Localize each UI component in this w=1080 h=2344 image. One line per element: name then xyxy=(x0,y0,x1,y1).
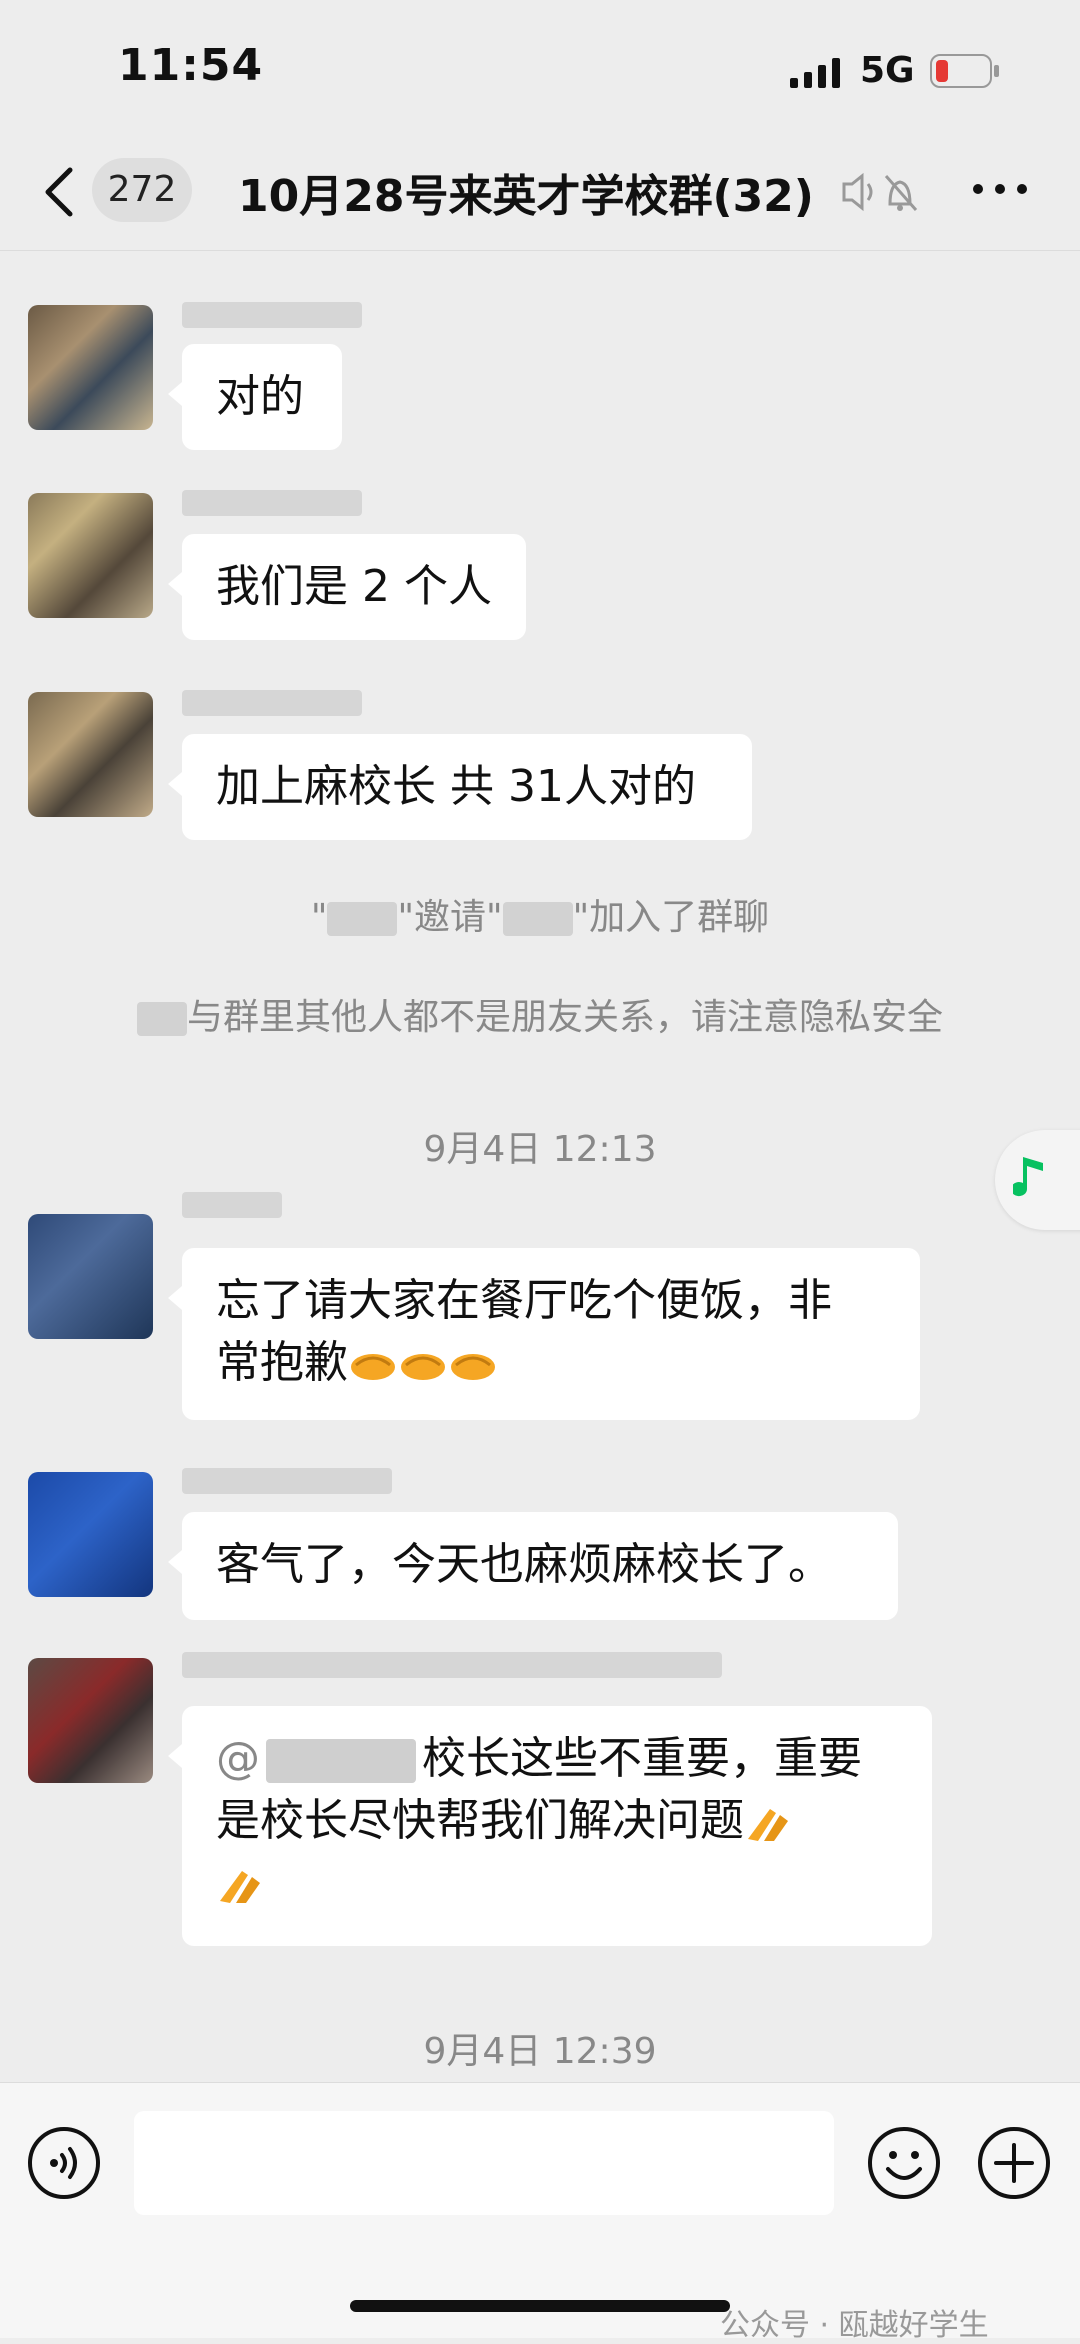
message-item: 客气了，今天也麻烦麻校长了。 xyxy=(0,1468,1080,1648)
avatar[interactable] xyxy=(28,493,153,618)
timestamp: 9月4日 12:39 xyxy=(423,2031,657,2072)
sender-name xyxy=(182,690,362,716)
message-text: 我们是 2 个人 xyxy=(216,561,492,612)
message-item: 忘了请大家在餐厅吃个便饭，非 常抱歉 xyxy=(0,1192,1080,1432)
avatar[interactable] xyxy=(28,692,153,817)
sender-name xyxy=(182,490,362,516)
redacted-mention xyxy=(266,1739,416,1783)
handshake-emoji-icon xyxy=(401,1354,445,1380)
message-item: @ 校长这些不重要，重要 是校长尽快帮我们解决问题 xyxy=(0,1652,1080,1952)
chat-header: 272 10月28号来英才学校群(32) xyxy=(0,140,1080,251)
back-chevron-icon[interactable] xyxy=(40,162,80,222)
more-options-icon[interactable] xyxy=(970,174,1030,204)
message-item: 对的 xyxy=(0,300,1080,460)
sender-name xyxy=(182,1192,282,1218)
sender-name xyxy=(182,302,362,328)
chat-title: 10月28号来英才学校群(32) xyxy=(238,171,814,222)
message-item: 我们是 2 个人 xyxy=(0,488,1080,648)
sender-name xyxy=(182,1468,392,1494)
message-text: 客气了，今天也麻烦麻校长了。 xyxy=(216,1539,832,1590)
pray-hands-emoji-icon xyxy=(748,1809,788,1841)
signal-icon xyxy=(790,58,840,88)
handshake-emoji-icon xyxy=(351,1354,395,1380)
system-invite-note: " "邀请" "加入了群聊 xyxy=(310,897,770,938)
message-bubble[interactable]: 客气了，今天也麻烦麻校长了。 xyxy=(168,1512,898,1620)
pray-hands-emoji-icon xyxy=(220,1871,260,1903)
avatar[interactable] xyxy=(28,1472,153,1597)
unread-count-badge[interactable]: 272 xyxy=(92,158,192,222)
message-bubble[interactable]: 对的 xyxy=(168,344,342,450)
message-bubble[interactable]: 忘了请大家在餐厅吃个便饭，非 常抱歉 xyxy=(168,1248,920,1420)
message-text: 对的 xyxy=(216,371,304,422)
network-type: 5G xyxy=(860,50,915,91)
handshake-emoji-icon xyxy=(451,1354,495,1380)
message-bubble[interactable]: 我们是 2 个人 xyxy=(168,534,526,640)
more-plus-icon[interactable] xyxy=(976,2125,1052,2201)
message-text: 加上麻校长 共 31人对的 xyxy=(216,761,696,812)
redacted-name xyxy=(136,1002,187,1036)
message-text-line: 是校长尽快帮我们解决问题 xyxy=(216,1790,898,1852)
status-time: 11:54 xyxy=(118,40,264,91)
timestamp: 9月4日 12:13 xyxy=(423,1129,657,1170)
message-item: 加上麻校长 共 31人对的 xyxy=(0,688,1080,848)
emoji-picker-icon[interactable] xyxy=(866,2125,942,2201)
avatar[interactable] xyxy=(28,305,153,430)
message-input[interactable] xyxy=(134,2111,834,2215)
message-text-line xyxy=(216,1852,898,1914)
sender-name xyxy=(182,1652,722,1678)
message-bubble[interactable]: 加上麻校长 共 31人对的 xyxy=(168,734,752,840)
voice-input-icon[interactable] xyxy=(26,2125,102,2201)
watermark-footer: 公众号 · 瓯越好学生 xyxy=(720,2308,989,2343)
message-bubble[interactable]: @ 校长这些不重要，重要 是校长尽快帮我们解决问题 xyxy=(168,1706,932,1946)
battery-icon xyxy=(930,54,999,88)
home-indicator[interactable] xyxy=(350,2300,730,2312)
message-text-line: @ 校长这些不重要，重要 xyxy=(216,1733,862,1784)
redacted-name xyxy=(327,902,398,936)
message-text-line: 常抱歉 xyxy=(216,1332,886,1394)
avatar[interactable] xyxy=(28,1658,153,1783)
status-bar: 11:54 5G xyxy=(0,0,1080,140)
system-privacy-note: 与群里其他人都不是朋友关系，请注意隐私安全 xyxy=(0,988,1080,1040)
mute-bell-icon xyxy=(842,172,918,212)
redacted-name xyxy=(502,902,573,936)
avatar[interactable] xyxy=(28,1214,153,1339)
message-text-line: 忘了请大家在餐厅吃个便饭，非 xyxy=(216,1275,832,1326)
